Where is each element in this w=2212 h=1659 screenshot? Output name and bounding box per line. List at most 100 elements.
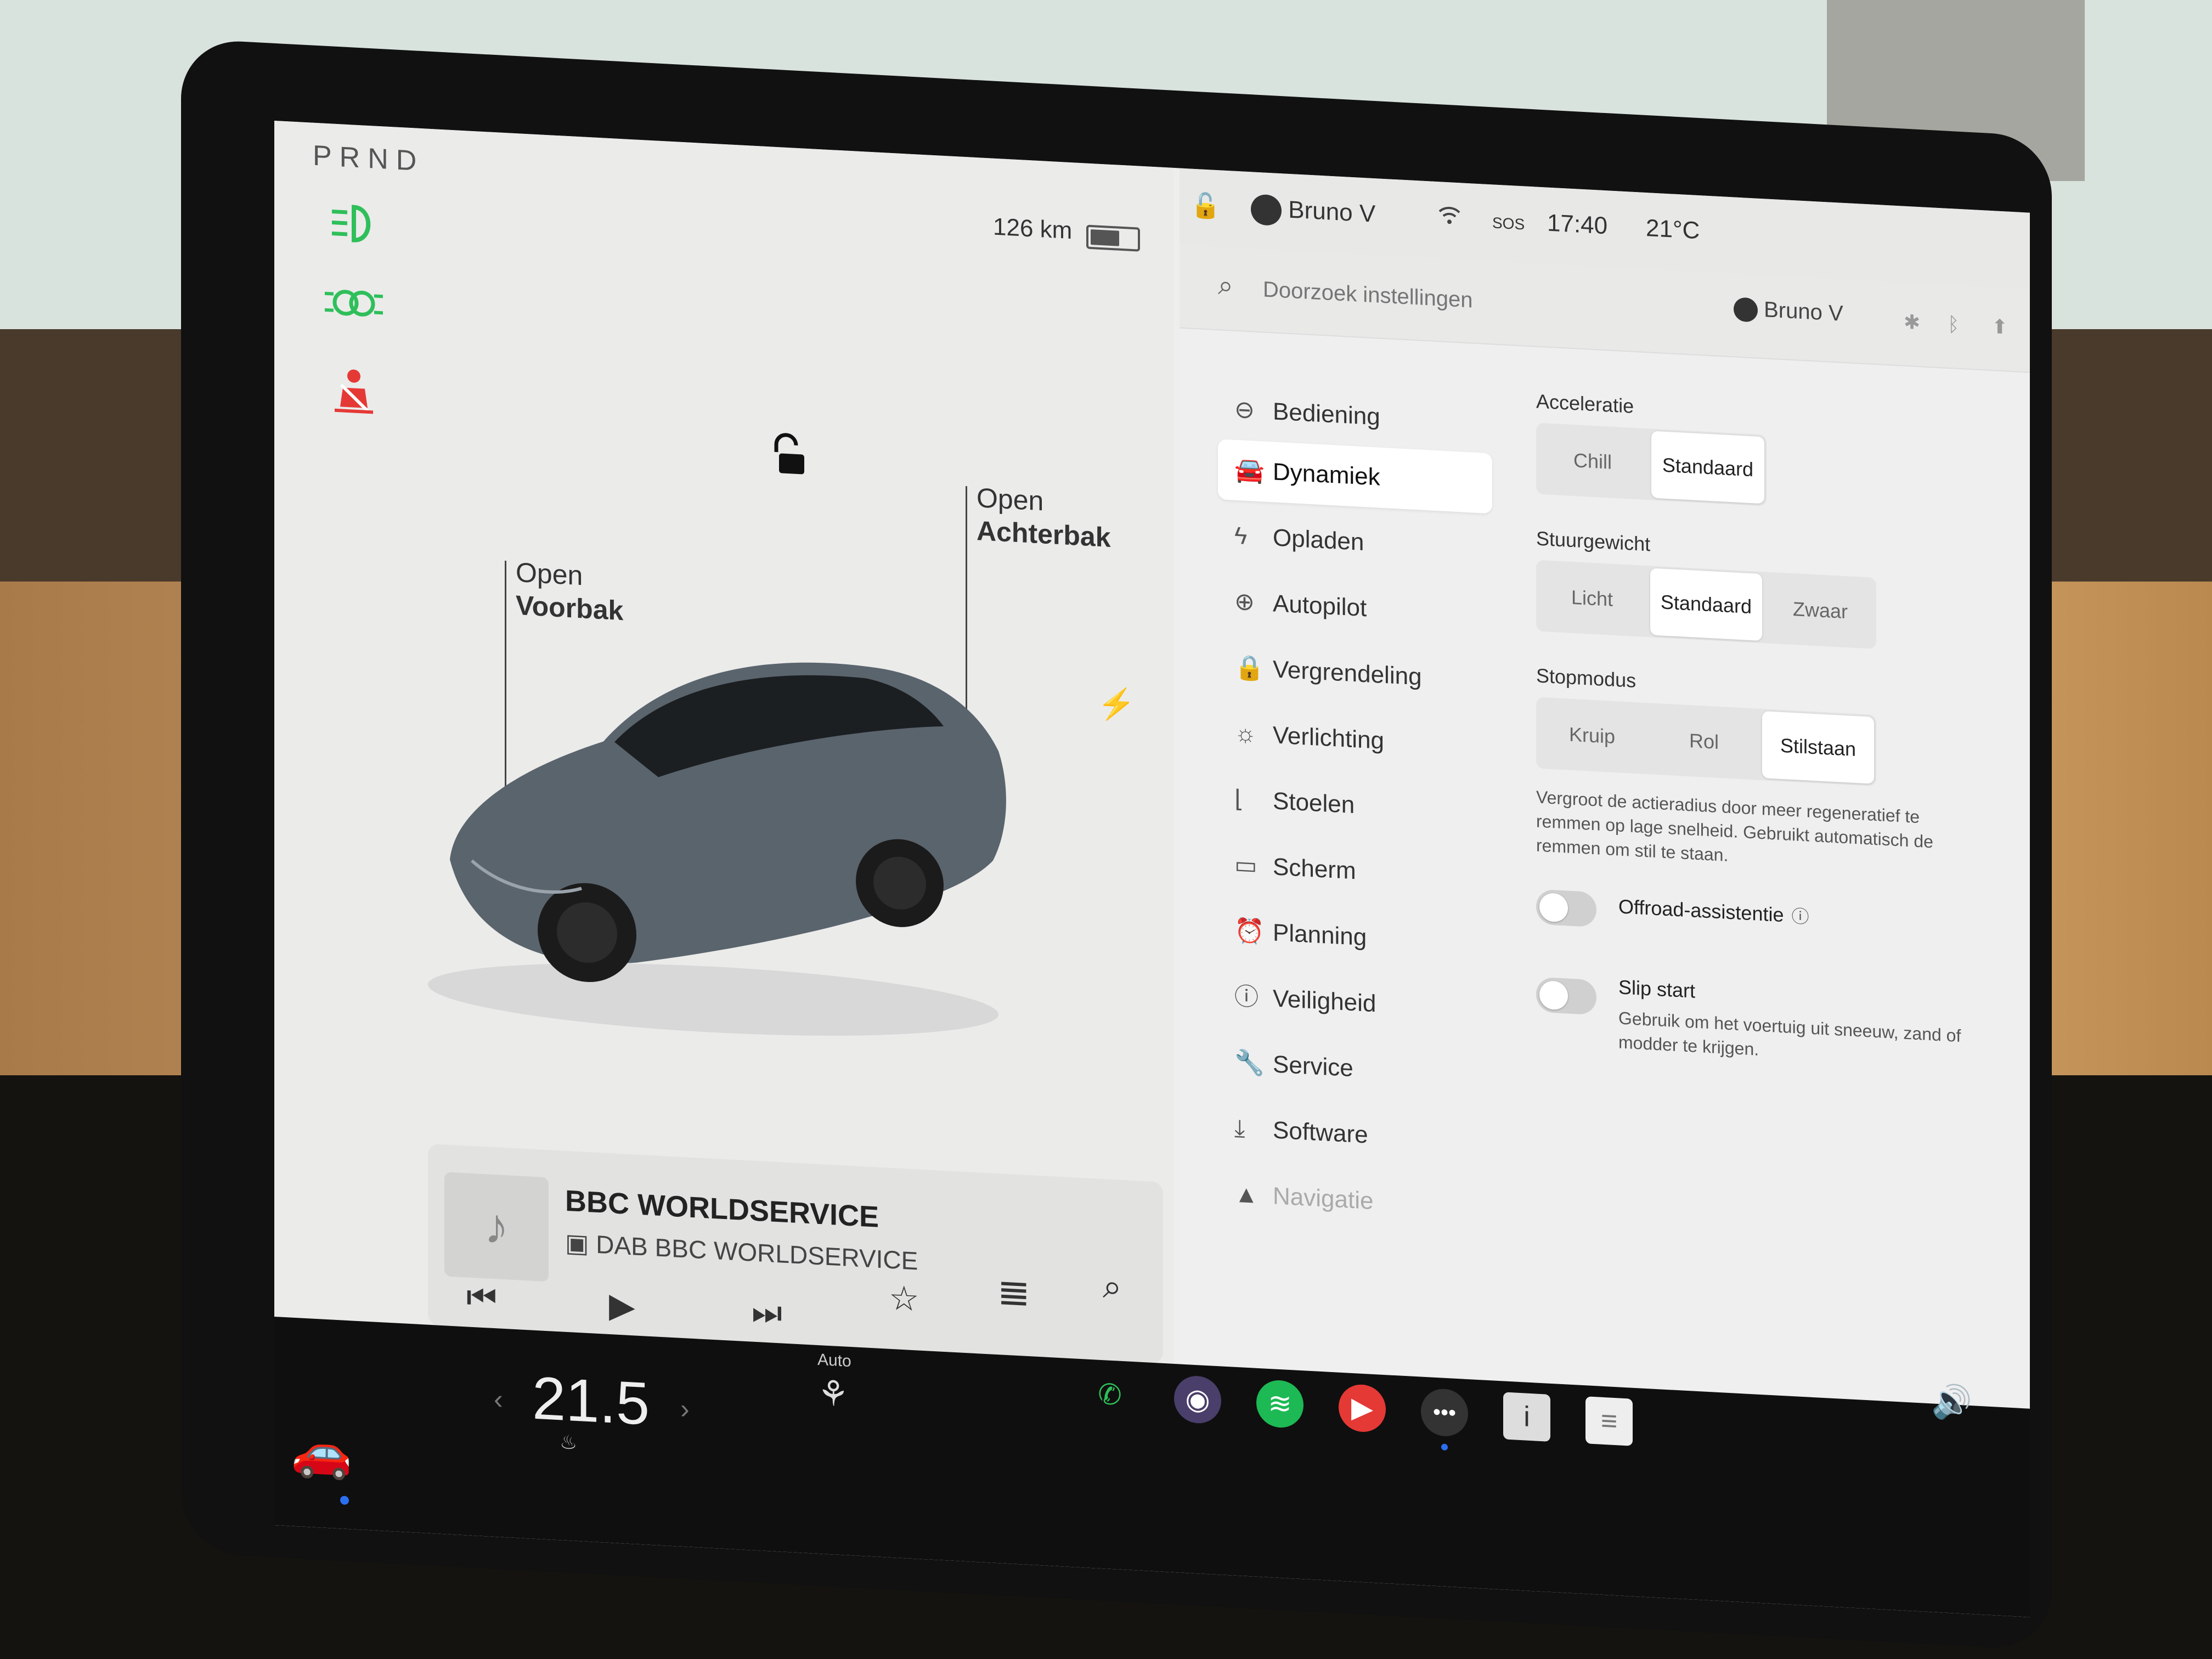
previous-track-icon[interactable]: ⏮ (466, 1277, 497, 1318)
info-icon[interactable]: ⓘ (1791, 906, 1809, 927)
defrost-icon[interactable]: ♨ (560, 1430, 577, 1454)
bluetooth-icon[interactable]: ᛒ (1948, 313, 1960, 336)
equalizer-icon[interactable]: 𝌆 (998, 1272, 1029, 1314)
menu-label: Autopilot (1273, 590, 1367, 622)
slip-start-label: Slip start (1618, 975, 1696, 1002)
touchscreen: PRND 126 km Open Voorbak Open Achterbak (274, 121, 2030, 1617)
cabin-temperature[interactable]: 21.5 (532, 1363, 650, 1439)
seat-heater-icon[interactable]: ⚘ (817, 1373, 849, 1415)
temp-down-icon[interactable]: ‹ (494, 1383, 503, 1415)
media-title: BBC WORLDSERVICE (565, 1184, 879, 1234)
stop-mode-option-kruip[interactable]: Kruip (1536, 697, 1648, 775)
car-icon: 🚘 (1234, 456, 1265, 485)
media-source: ▣ DAB BBC WORLDSERVICE (565, 1228, 918, 1276)
more-apps-icon[interactable]: ••• (1421, 1387, 1468, 1438)
avatar (1251, 194, 1282, 227)
trunk-label-name: Achterbak (977, 515, 1111, 553)
acceleration-option-chill[interactable]: Chill (1536, 423, 1649, 500)
outside-temperature: 21°C (1646, 215, 1700, 245)
slip-start-description: Gebruik om het voertuig uit sneeuw, zand… (1618, 1008, 1961, 1059)
toggle-icon: ⊖ (1234, 396, 1255, 424)
offroad-toggle[interactable] (1536, 889, 1596, 928)
menu-item-service[interactable]: 🔧 Service (1218, 1031, 1492, 1106)
seat-heat-auto-label: Auto (817, 1350, 851, 1371)
wifi-icon (1437, 204, 1462, 233)
menu-item-software[interactable]: ⤓ Software (1218, 1097, 1492, 1172)
menu-label: Software (1273, 1116, 1368, 1149)
steering-wheel-icon: ⊕ (1234, 588, 1255, 616)
acceleration-selector: Chill Standaard (1536, 422, 1767, 506)
safety-icon: ⓘ (1234, 983, 1259, 1012)
settings-search-input[interactable] (1262, 272, 1648, 327)
seatbelt-warning-icon (324, 365, 384, 417)
stop-mode-selector: Kruip Rol Stilstaan (1536, 697, 1876, 787)
acceleration-option-standaard[interactable]: Standaard (1651, 431, 1764, 504)
steering-option-licht[interactable]: Licht (1536, 560, 1648, 637)
light-icon: ☼ (1234, 719, 1257, 748)
notes-app-icon[interactable]: ≡ (1585, 1396, 1633, 1446)
menu-label: Opladen (1273, 524, 1364, 556)
menu-label: Navigatie (1273, 1182, 1374, 1215)
steering-option-standaard[interactable]: Standaard (1650, 568, 1762, 641)
lock-status-icon[interactable]: 🔓 (1190, 191, 1221, 221)
offroad-label: Offroad-assistentie (1618, 895, 1784, 927)
menu-item-scherm[interactable]: ▭ Scherm (1218, 834, 1492, 909)
range-readout: 126 km (993, 213, 1073, 245)
menu-label: Dynamiek (1273, 458, 1380, 491)
profile-name: Bruno V (1764, 297, 1843, 326)
navigation-icon: ▲ (1234, 1180, 1259, 1209)
driver-profile[interactable]: Bruno V (1251, 194, 1375, 231)
car-panel: PRND 126 km Open Voorbak Open Achterbak (274, 121, 1174, 1364)
play-icon[interactable]: ▶ (609, 1285, 635, 1326)
steering-selector: Licht Standaard Zwaar (1536, 560, 1876, 650)
menu-label: Service (1273, 1051, 1353, 1082)
unlocked-icon[interactable] (768, 432, 806, 486)
menu-item-navigatie[interactable]: ▲ Navigatie (1218, 1163, 1492, 1238)
menu-label: Vergrendeling (1273, 656, 1422, 691)
menu-label: Planning (1273, 919, 1367, 951)
lock-icon: 🔒 (1234, 653, 1265, 682)
steering-option-zwaar[interactable]: Zwaar (1764, 572, 1876, 649)
menu-label: Stoelen (1273, 787, 1355, 819)
menu-item-vergrendeling[interactable]: 🔒 Vergrendeling (1218, 636, 1492, 711)
media-subtitle: DAB BBC WORLDSERVICE (596, 1229, 918, 1276)
menu-item-planning[interactable]: ⏰ Planning (1218, 900, 1492, 974)
camera-icon[interactable]: ◉ (1174, 1374, 1221, 1425)
sos-button[interactable]: SOS (1492, 214, 1525, 233)
phone-icon[interactable]: ✆ (1086, 1370, 1133, 1420)
stop-mode-option-rol[interactable]: Rol (1648, 703, 1760, 780)
clock-icon: ⏰ (1234, 917, 1265, 946)
menu-item-verlichting[interactable]: ☼ Verlichting (1218, 702, 1492, 777)
upgrades-icon[interactable]: ⬆ (1991, 315, 2008, 339)
spotify-icon[interactable]: ≋ (1256, 1379, 1304, 1429)
active-indicator-dot (340, 1496, 349, 1505)
media-search-icon[interactable]: ⌕ (1103, 1267, 1122, 1307)
headlight-icon (324, 200, 384, 253)
menu-item-stoelen[interactable]: ⌊ Stoelen (1218, 768, 1492, 843)
settings-panel: ⌕ Bruno V ✱ ᛒ ⬆ ⊖ Bediening 🚘 Dynamiek ϟ Op… (1180, 245, 2030, 1409)
youtube-music-icon[interactable]: ▶ (1339, 1383, 1386, 1434)
charge-port-icon[interactable]: ⚡ (1097, 685, 1136, 724)
car-model-image[interactable] (406, 600, 1031, 1049)
next-track-icon[interactable]: ⏭ (752, 1293, 782, 1334)
info-app-icon[interactable]: i (1503, 1392, 1550, 1442)
driver-name: Bruno V (1288, 196, 1376, 228)
bolt-icon: ϟ (1234, 522, 1248, 550)
screen-icon: ▭ (1234, 851, 1257, 879)
menu-item-autopilot[interactable]: ⊕ Autopilot (1218, 571, 1492, 645)
more-apps-dot (1441, 1443, 1448, 1451)
menu-item-veiligheid[interactable]: ⓘ Veiligheid (1218, 966, 1492, 1040)
menu-item-opladen[interactable]: ϟ Opladen (1218, 505, 1492, 579)
trunk-open-button[interactable]: Open Achterbak (977, 481, 1111, 554)
temp-up-icon[interactable]: › (680, 1393, 690, 1425)
alert-icon[interactable]: ✱ (1904, 311, 1920, 335)
menu-label: Veiligheid (1273, 985, 1376, 1018)
volume-icon[interactable]: 🔊 (1931, 1381, 1972, 1423)
stop-mode-description: Vergroot de actieradius door meer regene… (1536, 787, 1933, 865)
car-icon[interactable]: 🚗 (291, 1422, 352, 1483)
stop-mode-option-stilstaan[interactable]: Stilstaan (1762, 711, 1874, 784)
slip-start-toggle[interactable] (1536, 977, 1596, 1015)
search-icon: ⌕ (1218, 269, 1233, 301)
profile-shortcut[interactable]: Bruno V (1734, 296, 1843, 327)
favorite-star-icon[interactable]: ☆ (889, 1278, 919, 1319)
